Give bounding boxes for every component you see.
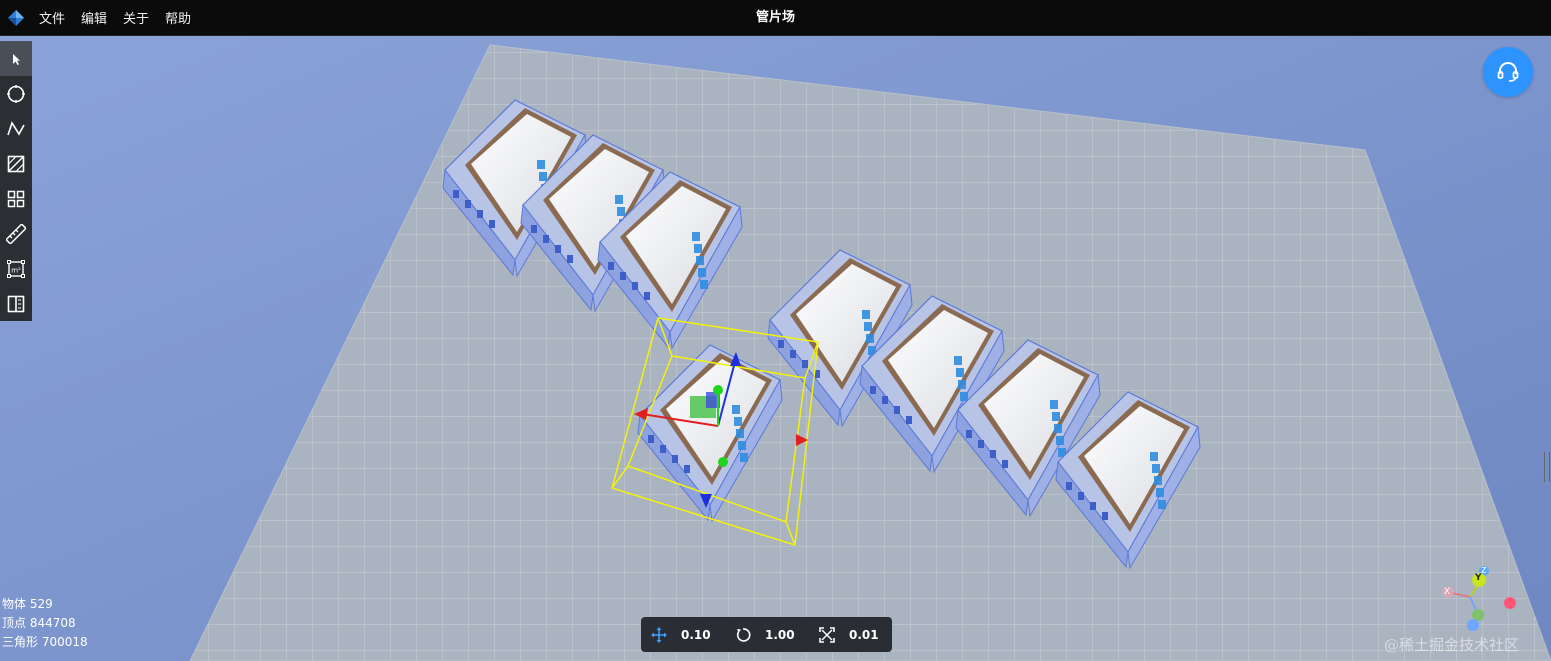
3d-viewport[interactable]: Y X Z bbox=[0, 36, 1551, 661]
select-tool-button[interactable] bbox=[0, 41, 32, 76]
scale-icon bbox=[819, 626, 835, 643]
svg-text:m²: m² bbox=[11, 266, 21, 274]
circle-tool-button[interactable] bbox=[0, 76, 32, 111]
move-step-value: 0.10 bbox=[681, 627, 711, 642]
triangle-count: 三角形 700018 bbox=[2, 635, 88, 649]
move-icon bbox=[651, 626, 667, 643]
app-title: 管片场 bbox=[755, 10, 795, 25]
scale-step[interactable]: 0.01 bbox=[819, 626, 883, 643]
polyline-tool-button[interactable] bbox=[0, 111, 32, 146]
panel-resize-handle[interactable] bbox=[1544, 452, 1550, 482]
move-step[interactable]: 0.10 bbox=[651, 626, 715, 643]
ruler-tool-button[interactable] bbox=[0, 216, 32, 251]
app-logo-icon bbox=[7, 9, 25, 27]
menu-help[interactable]: 帮助 bbox=[165, 8, 191, 27]
tool-palette: m² bbox=[0, 41, 32, 321]
axis-label-z: Z bbox=[1481, 566, 1487, 575]
polyline-icon bbox=[7, 120, 25, 136]
watermark: @稀土掘金技术社区 bbox=[1384, 636, 1520, 654]
object-count: 物体 529 bbox=[2, 597, 53, 611]
scene-stats: 物体 529 顶点 844708 三角形 700018 bbox=[2, 595, 88, 652]
grid-icon bbox=[7, 190, 25, 207]
scene-canvas bbox=[0, 36, 1551, 661]
scale-step-value: 0.01 bbox=[849, 627, 879, 642]
menu-file[interactable]: 文件 bbox=[39, 8, 65, 27]
rotate-step[interactable]: 1.00 bbox=[735, 627, 799, 643]
transform-step-bar: 0.10 1.00 0.01 bbox=[641, 617, 892, 652]
polygon-tool-button[interactable] bbox=[0, 146, 32, 181]
ruler-icon bbox=[6, 223, 26, 244]
polygon-icon bbox=[7, 155, 25, 172]
rotate-step-value: 1.00 bbox=[765, 627, 795, 642]
menu-about[interactable]: 关于 bbox=[123, 8, 149, 27]
menu-bar: 文件 编辑 关于 帮助 管片场 bbox=[0, 0, 1551, 36]
axis-label-x: X bbox=[1444, 587, 1451, 597]
select-icon bbox=[13, 53, 20, 65]
circle-icon bbox=[7, 84, 25, 103]
area-tool-button[interactable]: m² bbox=[0, 251, 32, 286]
support-button[interactable] bbox=[1483, 47, 1533, 97]
split-view-icon bbox=[7, 295, 25, 312]
area-measure-icon: m² bbox=[7, 259, 25, 278]
menu-edit[interactable]: 编辑 bbox=[81, 8, 107, 27]
grid-tool-button[interactable] bbox=[0, 181, 32, 216]
split-view-tool-button[interactable] bbox=[0, 286, 32, 321]
vertex-count: 顶点 844708 bbox=[2, 616, 76, 630]
headset-icon bbox=[1497, 62, 1519, 82]
rotate-icon bbox=[736, 627, 751, 642]
